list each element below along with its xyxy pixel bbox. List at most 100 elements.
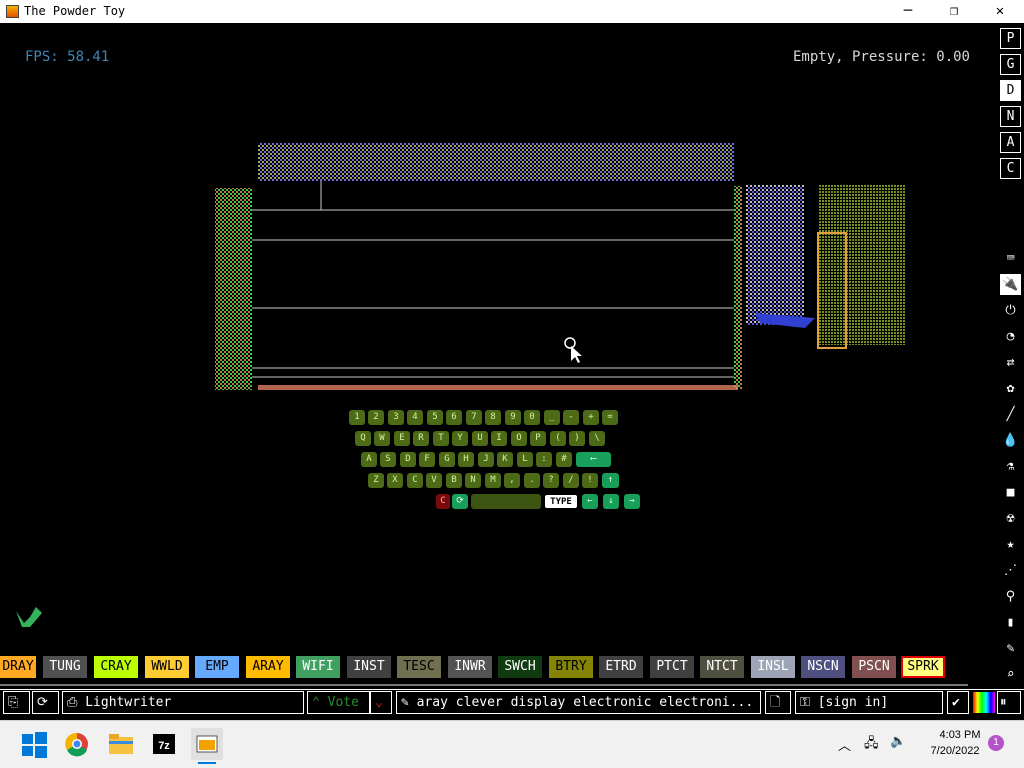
key-9[interactable]: 9 — [505, 410, 521, 425]
element-tung[interactable]: TUNG — [43, 656, 87, 678]
key-period[interactable]: . — [524, 473, 540, 488]
key-t[interactable]: T — [433, 431, 449, 446]
ambient-menu-a[interactable]: A — [1000, 132, 1021, 153]
solids-icon[interactable]: ■ — [1000, 482, 1021, 503]
element-insl[interactable]: INSL — [751, 656, 795, 678]
clear-key[interactable]: C — [436, 494, 450, 509]
new-simulation-icon[interactable]: 🗋 — [765, 691, 791, 714]
element-ntct[interactable]: NTCT — [700, 656, 744, 678]
key-5[interactable]: 5 — [427, 410, 443, 425]
key-s[interactable]: S — [380, 452, 396, 467]
gravity-menu-g[interactable]: G — [1000, 54, 1021, 75]
gases-icon[interactable]: ╱ — [1000, 404, 1021, 425]
maximize-button[interactable]: ❐ — [931, 0, 977, 23]
key-plus[interactable]: + — [583, 410, 599, 425]
key-h[interactable]: H — [458, 452, 474, 467]
key-exclaim[interactable]: ! — [582, 473, 598, 488]
simulation-canvas[interactable] — [0, 23, 995, 653]
key-0[interactable]: 0 — [524, 410, 540, 425]
key-7[interactable]: 7 — [466, 410, 482, 425]
element-swch[interactable]: SWCH — [498, 656, 542, 678]
force-icon[interactable]: ⇄ — [1000, 352, 1021, 373]
search-icon[interactable]: ⌕ — [1000, 664, 1021, 685]
element-sprk[interactable]: SPRK — [901, 656, 945, 678]
element-wifi[interactable]: WIFI — [296, 656, 340, 678]
space-key[interactable] — [471, 494, 541, 509]
notification-badge[interactable]: 1 — [988, 735, 1004, 751]
key-q[interactable]: Q — [355, 431, 371, 446]
element-aray[interactable]: ARAY — [246, 656, 290, 678]
key-open-paren[interactable]: ( — [550, 431, 566, 446]
chrome-icon[interactable] — [61, 728, 93, 760]
pause-icon[interactable]: ⏸ — [997, 691, 1021, 714]
key-r[interactable]: R — [413, 431, 429, 446]
element-cray[interactable]: CRAY — [94, 656, 138, 678]
element-emp[interactable]: EMP — [195, 656, 239, 678]
key-6[interactable]: 6 — [446, 410, 462, 425]
key-1[interactable]: 1 — [349, 410, 365, 425]
key-e[interactable]: E — [394, 431, 410, 446]
reload-icon[interactable]: ⟳ — [32, 691, 59, 714]
close-button[interactable]: ✕ — [977, 0, 1023, 23]
minimize-button[interactable]: ─ — [885, 0, 931, 23]
life-icon[interactable]: ⋰ — [1000, 560, 1021, 581]
key-l[interactable]: L — [517, 452, 533, 467]
file-explorer-icon[interactable] — [105, 728, 137, 760]
key-m[interactable]: M — [485, 473, 501, 488]
element-etrd[interactable]: ETRD — [599, 656, 643, 678]
7zip-icon[interactable]: 7z — [148, 728, 180, 760]
key-i[interactable]: I — [491, 431, 507, 446]
cycle-key[interactable]: ⟳ — [452, 494, 468, 509]
settings-icon[interactable]: ✔ — [947, 691, 969, 714]
volume-icon[interactable]: 🔈 — [890, 734, 906, 749]
key-colon[interactable]: : — [536, 452, 552, 467]
key-4[interactable]: 4 — [407, 410, 423, 425]
show-hidden-icons-icon[interactable]: ︿ — [838, 735, 851, 754]
special-icon[interactable]: ★ — [1000, 534, 1021, 555]
element-ptct[interactable]: PTCT — [650, 656, 694, 678]
element-btry[interactable]: BTRY — [549, 656, 593, 678]
electronics-icon[interactable]: 🔌 — [1000, 274, 1021, 295]
key-y[interactable]: Y — [452, 431, 468, 446]
key-z[interactable]: Z — [368, 473, 384, 488]
sign-in-button[interactable]: ⚿ [sign in] — [795, 691, 943, 714]
key-a[interactable]: A — [361, 452, 377, 467]
key-v[interactable]: V — [426, 473, 442, 488]
key-n[interactable]: N — [465, 473, 481, 488]
key-close-paren[interactable]: ) — [569, 431, 585, 446]
key-g[interactable]: G — [439, 452, 455, 467]
tags-button[interactable]: ✎ aray clever display electronic electro… — [396, 691, 761, 714]
key-hash[interactable]: # — [556, 452, 572, 467]
explosives-icon[interactable]: ✿ — [1000, 378, 1021, 399]
arrow-right-key[interactable]: → — [624, 494, 640, 509]
open-save-icon[interactable]: ⎘ — [3, 691, 30, 714]
element-inst[interactable]: INST — [347, 656, 391, 678]
save-name-button[interactable]: ⎙ Lightwriter — [62, 691, 304, 714]
clear-menu-c[interactable]: C — [1000, 158, 1021, 179]
element-dray[interactable]: DRAY — [0, 656, 36, 678]
key-j[interactable]: J — [478, 452, 494, 467]
favorites-icon[interactable]: ▮ — [1000, 612, 1021, 633]
key-3[interactable]: 3 — [388, 410, 404, 425]
clock-time[interactable]: 4:03 PM — [930, 729, 990, 741]
key-k[interactable]: K — [497, 452, 513, 467]
key-minus[interactable]: - — [563, 410, 579, 425]
radioactive-icon[interactable]: ☢ — [1000, 508, 1021, 529]
vote-up-button[interactable]: ⌃ Vote — [307, 691, 370, 714]
backspace-key[interactable]: ⟵ — [576, 452, 611, 467]
element-inwr[interactable]: INWR — [448, 656, 492, 678]
key-slash[interactable]: / — [563, 473, 579, 488]
arrow-down-key[interactable]: ↓ — [603, 494, 619, 509]
network-icon[interactable]: 🖧 — [864, 734, 879, 756]
key-p[interactable]: P — [530, 431, 546, 446]
key-c[interactable]: C — [407, 473, 423, 488]
pause-menu-p[interactable]: P — [1000, 28, 1021, 49]
key-equals[interactable]: = — [602, 410, 618, 425]
key-question[interactable]: ? — [543, 473, 559, 488]
shift-up-key[interactable]: ↑ — [602, 473, 619, 488]
clock-date[interactable]: 7/20/2022 — [920, 745, 990, 757]
element-tesc[interactable]: TESC — [397, 656, 441, 678]
type-key[interactable]: TYPE — [544, 494, 578, 509]
key-backslash[interactable]: \ — [589, 431, 605, 446]
start-icon[interactable] — [18, 728, 50, 760]
